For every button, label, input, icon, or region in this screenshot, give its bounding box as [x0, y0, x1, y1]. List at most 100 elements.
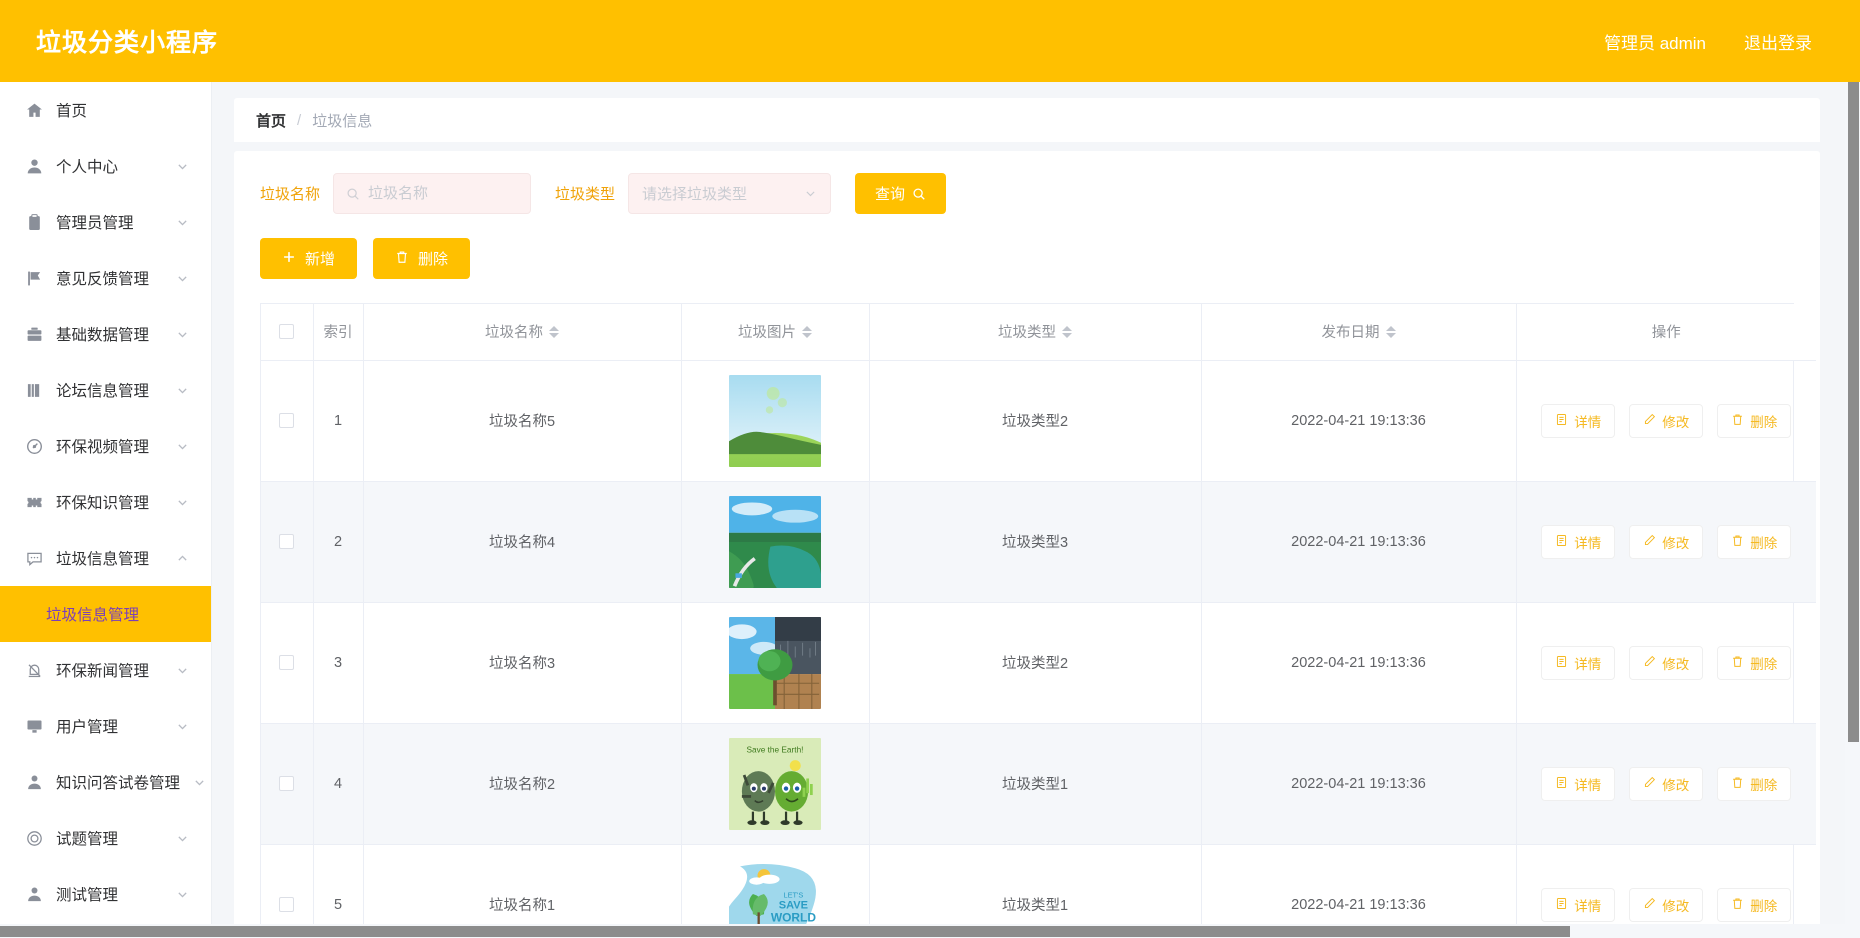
- row-action-group: 详情 修改 删除: [1523, 645, 1811, 680]
- sidebar-item-personal-center[interactable]: 个人中心: [0, 138, 211, 194]
- sidebar-item-question-management[interactable]: 试题管理: [0, 810, 211, 866]
- document-icon: [1555, 534, 1568, 550]
- table-head: 索引 垃圾名称 垃圾图片 垃圾类型 发布日期 操作: [261, 304, 1816, 361]
- garbage-name-field[interactable]: [333, 173, 532, 214]
- th-index-label: 索引: [323, 325, 353, 342]
- sidebar-item-label: 环保知识管理: [56, 495, 150, 512]
- sidebar-item-forum-management[interactable]: 论坛信息管理: [0, 362, 211, 418]
- sidebar-item-eco-news-management[interactable]: 环保新闻管理: [0, 642, 211, 698]
- app-header: 垃圾分类小程序 管理员 admin 退出登录: [0, 0, 1860, 82]
- breadcrumb-home[interactable]: 首页: [256, 110, 286, 131]
- delete-button[interactable]: 删除: [1717, 645, 1792, 680]
- sidebar-item-test-management[interactable]: 测试管理: [0, 866, 211, 922]
- select-all-checkbox[interactable]: [279, 324, 295, 340]
- edit-icon: [1643, 776, 1656, 792]
- row-checkbox[interactable]: [279, 897, 295, 913]
- edit-button[interactable]: 修改: [1629, 766, 1704, 801]
- chevron-down-icon: [176, 216, 189, 229]
- delete-button-label: 删除: [1750, 777, 1778, 793]
- garbage-type-select[interactable]: 请选择垃圾类型: [628, 173, 832, 214]
- row-checkbox[interactable]: [279, 776, 295, 792]
- th-name[interactable]: 垃圾名称: [363, 304, 682, 361]
- detail-button[interactable]: 详情: [1541, 766, 1616, 801]
- detail-button-label: 详情: [1574, 898, 1602, 914]
- home-icon: [26, 102, 43, 119]
- garbage-info-table: 索引 垃圾名称 垃圾图片 垃圾类型 发布日期 操作 1 垃圾名称5 垃圾类型2 …: [261, 304, 1816, 938]
- document-icon: [1555, 897, 1568, 913]
- sidebar-item-label: 垃圾信息管理: [56, 551, 150, 568]
- trash-icon: [1731, 413, 1744, 429]
- chevron-down-icon: [176, 720, 189, 733]
- sidebar-item-label: 环保新闻管理: [56, 663, 150, 680]
- sidebar-item-label: 知识问答试卷管理: [56, 775, 181, 792]
- edit-button[interactable]: 修改: [1629, 887, 1704, 922]
- edit-icon: [1643, 413, 1656, 429]
- sort-icon[interactable]: [549, 325, 559, 338]
- page-scrollbar-horizontal[interactable]: [0, 924, 1860, 938]
- search-input[interactable]: [368, 185, 519, 202]
- table-header-row: 索引 垃圾名称 垃圾图片 垃圾类型 发布日期 操作: [261, 304, 1816, 361]
- sidebar-subitem-garbage-info-management[interactable]: 垃圾信息管理: [0, 586, 211, 642]
- books-icon: [26, 382, 43, 399]
- logout-link[interactable]: 退出登录: [1744, 29, 1812, 54]
- sidebar-item-garbage-info-management[interactable]: 垃圾信息管理: [0, 530, 211, 586]
- sort-icon[interactable]: [1062, 325, 1072, 338]
- row-checkbox[interactable]: [279, 413, 295, 429]
- sidebar-item-user-management[interactable]: 用户管理: [0, 698, 211, 754]
- delete-button[interactable]: 删除: [1717, 403, 1792, 438]
- trash-icon: [1731, 776, 1744, 792]
- scrollbar-thumb-horizontal[interactable]: [0, 926, 1570, 937]
- sidebar-item-home[interactable]: 首页: [0, 82, 211, 138]
- cell-checkbox: [261, 723, 314, 845]
- garbage-thumbnail[interactable]: [729, 616, 821, 709]
- garbage-thumbnail[interactable]: [729, 495, 821, 588]
- sidebar-item-label: 管理员管理: [56, 215, 134, 232]
- bulk-delete-button[interactable]: 删除: [373, 238, 471, 279]
- sidebar-item-eco-video-management[interactable]: 环保视频管理: [0, 418, 211, 474]
- row-checkbox[interactable]: [279, 655, 295, 671]
- row-action-group: 详情 修改 删除: [1523, 766, 1811, 801]
- detail-button[interactable]: 详情: [1541, 887, 1616, 922]
- page-scrollbar-vertical[interactable]: [1845, 82, 1860, 938]
- cell-index: 4: [313, 723, 364, 845]
- row-checkbox[interactable]: [279, 534, 295, 550]
- sidebar-item-feedback-management[interactable]: 意见反馈管理: [0, 250, 211, 306]
- sidebar-item-quiz-paper-management[interactable]: 知识问答试卷管理: [0, 754, 211, 810]
- sidebar-item-eco-knowledge-management[interactable]: 环保知识管理: [0, 474, 211, 530]
- query-button[interactable]: 查询: [855, 173, 947, 214]
- sidebar-item-label: 论坛信息管理: [56, 383, 150, 400]
- delete-button[interactable]: 删除: [1717, 766, 1792, 801]
- row-action-group: 详情 修改 删除: [1523, 887, 1811, 922]
- th-date-label: 发布日期: [1321, 325, 1380, 342]
- plus-icon: [282, 250, 296, 268]
- detail-button[interactable]: 详情: [1541, 403, 1616, 438]
- detail-button[interactable]: 详情: [1541, 524, 1616, 559]
- sort-icon[interactable]: [1385, 325, 1396, 338]
- add-button[interactable]: 新增: [260, 238, 358, 279]
- garbage-thumbnail[interactable]: [729, 374, 821, 467]
- detail-button-label: 详情: [1574, 777, 1602, 793]
- filter-bar: 垃圾名称 垃圾类型 请选择垃圾类型: [234, 173, 1820, 214]
- sidebar-item-admin-management[interactable]: 管理员管理: [0, 194, 211, 250]
- delete-button[interactable]: 删除: [1717, 524, 1792, 559]
- detail-button[interactable]: 详情: [1541, 645, 1616, 680]
- edit-button[interactable]: 修改: [1629, 645, 1704, 680]
- sidebar-item-basic-data-management[interactable]: 基础数据管理: [0, 306, 211, 362]
- th-type[interactable]: 垃圾类型: [869, 304, 1202, 361]
- delete-button[interactable]: 删除: [1717, 887, 1792, 922]
- svg-text:Save the Earth!: Save the Earth!: [747, 745, 804, 754]
- cell-checkbox: [261, 602, 314, 724]
- scrollbar-thumb-vertical[interactable]: [1848, 82, 1859, 742]
- edit-button[interactable]: 修改: [1629, 403, 1704, 438]
- sort-icon[interactable]: [802, 325, 812, 338]
- garbage-thumbnail[interactable]: Save the Earth!: [729, 737, 821, 830]
- edit-button[interactable]: 修改: [1629, 524, 1704, 559]
- clipboard-icon: [26, 213, 43, 231]
- search-icon: [346, 187, 360, 201]
- cell-name: 垃圾名称5: [363, 360, 682, 482]
- sidebar-item-label: 试题管理: [56, 831, 119, 848]
- th-date[interactable]: 发布日期: [1201, 304, 1517, 361]
- garbage-name-label: 垃圾名称: [260, 186, 321, 203]
- th-image[interactable]: 垃圾图片: [681, 304, 870, 361]
- sidebar-item-label: 基础数据管理: [56, 327, 150, 344]
